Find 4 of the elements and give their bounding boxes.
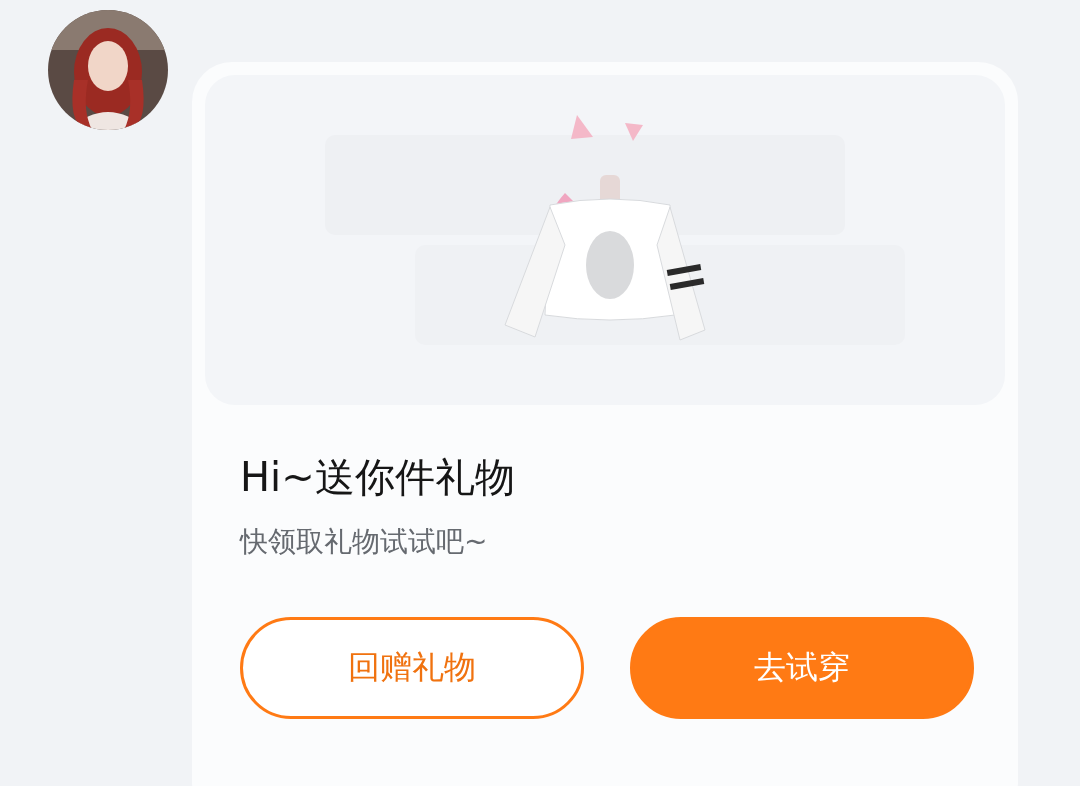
card-title: Hi~送你件礼物 bbox=[240, 453, 516, 501]
return-gift-button[interactable]: 回赠礼物 bbox=[240, 617, 584, 719]
try-on-button[interactable]: 去试穿 bbox=[630, 617, 974, 719]
card-subtitle: 快领取礼物试试吧~ bbox=[240, 524, 489, 560]
